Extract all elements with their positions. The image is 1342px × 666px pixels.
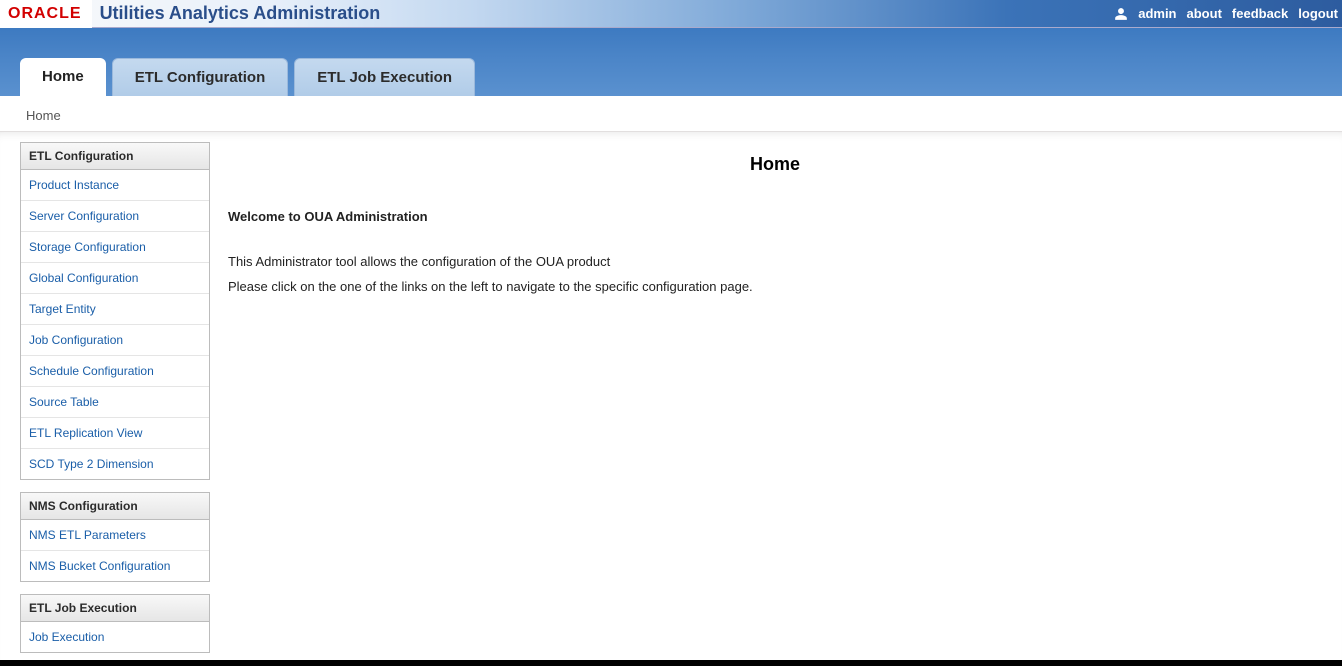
sidebar: ETL Configuration Product Instance Serve… — [20, 132, 210, 665]
user-icon — [1114, 6, 1128, 22]
intro-line-2: Please click on the one of the links on … — [228, 279, 1322, 294]
brand-logo: ORACLE — [0, 0, 92, 28]
sidebar-item-etl-replication-view[interactable]: ETL Replication View — [21, 418, 209, 449]
logout-link[interactable]: logout — [1298, 6, 1338, 21]
panel-header: NMS Configuration — [21, 493, 209, 520]
nav-band: Home ETL Configuration ETL Job Execution — [0, 28, 1342, 96]
bottom-bar — [0, 660, 1342, 666]
sidebar-item-schedule-configuration[interactable]: Schedule Configuration — [21, 356, 209, 387]
panel-nms-configuration: NMS Configuration NMS ETL Parameters NMS… — [20, 492, 210, 582]
sidebar-item-nms-bucket-configuration[interactable]: NMS Bucket Configuration — [21, 551, 209, 581]
app-title: Utilities Analytics Administration — [100, 3, 381, 24]
main-content: Home Welcome to OUA Administration This … — [228, 132, 1322, 665]
sidebar-item-global-configuration[interactable]: Global Configuration — [21, 263, 209, 294]
tabs: Home ETL Configuration ETL Job Execution — [20, 58, 475, 96]
content: ETL Configuration Product Instance Serve… — [0, 131, 1342, 665]
panel-etl-configuration: ETL Configuration Product Instance Serve… — [20, 142, 210, 480]
sidebar-item-target-entity[interactable]: Target Entity — [21, 294, 209, 325]
tab-etl-job-execution[interactable]: ETL Job Execution — [294, 58, 475, 96]
sidebar-item-storage-configuration[interactable]: Storage Configuration — [21, 232, 209, 263]
brand-text: ORACLE — [8, 5, 82, 23]
panel-header: ETL Job Execution — [21, 595, 209, 622]
sidebar-item-nms-etl-parameters[interactable]: NMS ETL Parameters — [21, 520, 209, 551]
panel-header: ETL Configuration — [21, 143, 209, 170]
panel-etl-job-execution: ETL Job Execution Job Execution — [20, 594, 210, 653]
topbar-right: admin about feedback logout — [1114, 6, 1342, 22]
sidebar-item-job-execution[interactable]: Job Execution — [21, 622, 209, 652]
tab-home[interactable]: Home — [20, 58, 106, 96]
breadcrumb: Home — [0, 96, 1342, 131]
sidebar-item-product-instance[interactable]: Product Instance — [21, 170, 209, 201]
page-title: Home — [228, 154, 1322, 175]
sidebar-item-job-configuration[interactable]: Job Configuration — [21, 325, 209, 356]
sidebar-item-source-table[interactable]: Source Table — [21, 387, 209, 418]
intro-line-1: This Administrator tool allows the confi… — [228, 254, 1322, 269]
topbar: ORACLE Utilities Analytics Administratio… — [0, 0, 1342, 28]
about-link[interactable]: about — [1187, 6, 1222, 21]
feedback-link[interactable]: feedback — [1232, 6, 1288, 21]
user-link[interactable]: admin — [1138, 6, 1176, 21]
sidebar-item-scd-type-2-dimension[interactable]: SCD Type 2 Dimension — [21, 449, 209, 479]
welcome-heading: Welcome to OUA Administration — [228, 209, 1322, 224]
tab-etl-configuration[interactable]: ETL Configuration — [112, 58, 289, 96]
sidebar-item-server-configuration[interactable]: Server Configuration — [21, 201, 209, 232]
